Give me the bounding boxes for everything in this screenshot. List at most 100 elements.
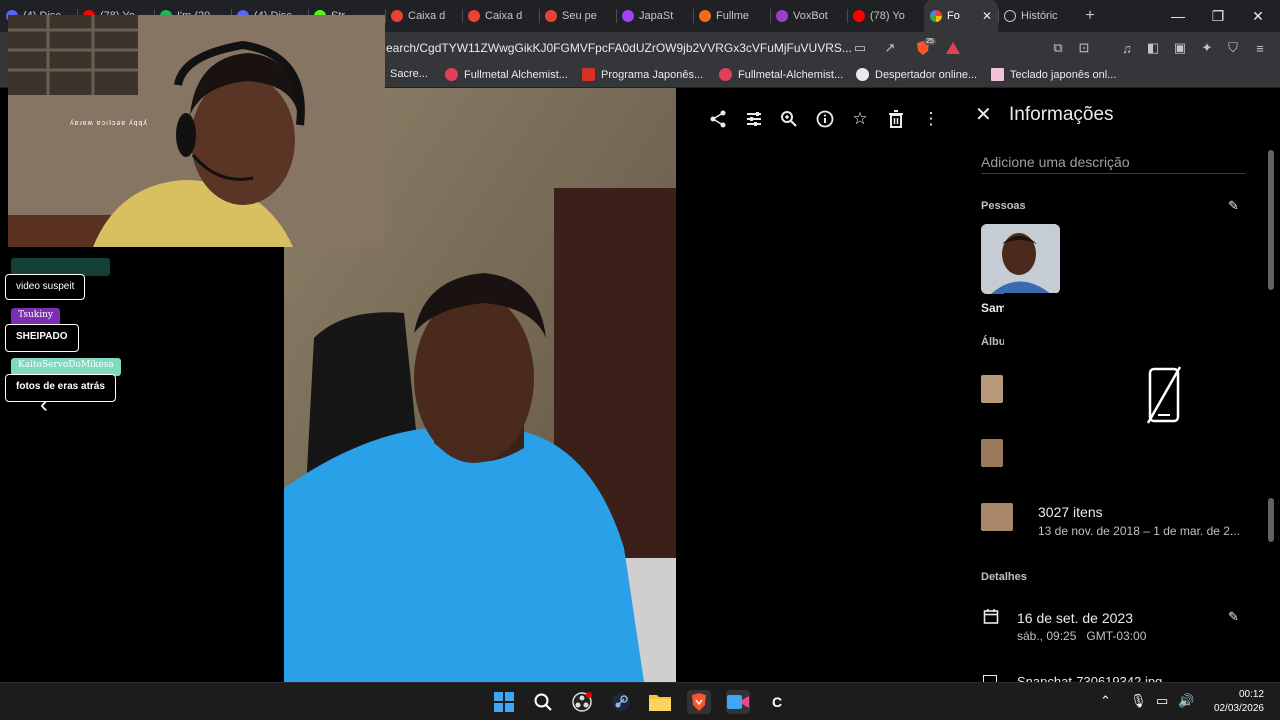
system-clock[interactable]: 00:12 02/03/2026 <box>1214 688 1264 716</box>
people-label: Pessoas <box>981 200 1026 212</box>
tab-label: Seu pe <box>562 10 597 22</box>
sidebar-icon[interactable]: ◧ <box>1144 39 1162 57</box>
share-icon[interactable] <box>706 107 730 131</box>
browser-tab[interactable]: Seu pe <box>539 0 616 32</box>
tab-label: Caixa d <box>408 10 446 22</box>
favorite-star-icon[interactable]: ☆ <box>848 107 872 131</box>
torii-icon <box>582 68 595 81</box>
brave-rewards-icon[interactable] <box>944 39 962 57</box>
close-window-icon[interactable]: ✕ <box>1238 0 1278 32</box>
description-input[interactable] <box>981 150 1245 174</box>
share-icon[interactable]: ↗ <box>881 39 899 57</box>
tab-history[interactable]: Históric <box>998 0 1078 32</box>
show-hidden-icons-icon[interactable]: ⌃ <box>1100 693 1111 709</box>
bookmark-item[interactable]: Fullmetal-Alchemist... <box>719 68 843 81</box>
vpn-icon[interactable]: ⛉ <box>1224 39 1242 57</box>
tab-favicon-icon <box>699 10 711 22</box>
bookmark-item[interactable]: Sacre... <box>390 68 428 80</box>
tab-favicon-icon <box>468 10 480 22</box>
webcam-caption: ʎɐɹɐʍ ɐɔıʇɔǝɐ ʎqqʎ <box>70 120 148 127</box>
info-icon[interactable] <box>813 107 837 131</box>
info-scrollbar-thumb[interactable] <box>1268 498 1274 542</box>
photo-time: sáb., 09:25 GMT-03:00 <box>1017 629 1147 643</box>
photo-date: 16 de set. de 2023 <box>1017 610 1133 626</box>
new-tab-button[interactable]: + <box>1078 7 1102 25</box>
screenshot-icon[interactable]: ⊡ <box>1075 39 1093 57</box>
edit-adjust-icon[interactable] <box>742 107 766 131</box>
bookmark-item[interactable]: Programa Japonês... <box>582 68 703 81</box>
album-thumb[interactable] <box>981 375 1003 403</box>
video-editor-icon[interactable] <box>726 690 750 714</box>
tab-favicon-icon <box>622 10 634 22</box>
tab-favicon-icon <box>391 10 403 22</box>
info-title: Informações <box>1009 104 1114 125</box>
person-name[interactable]: Sam <box>981 301 1006 315</box>
tab-favicon-icon <box>545 10 557 22</box>
album-thumb[interactable] <box>981 503 1013 531</box>
browser-tab[interactable]: Fullme <box>693 0 770 32</box>
bookmark-item[interactable]: Fullmetal Alchemist... <box>445 68 568 81</box>
album-thumb[interactable] <box>981 439 1003 467</box>
file-icon <box>983 675 997 682</box>
tab-label: Fo <box>947 10 960 22</box>
details-label: Detalhes <box>981 571 1027 583</box>
clock-time: 00:12 <box>1238 689 1264 700</box>
bookmark-label: Programa Japonês... <box>601 68 704 81</box>
url-field[interactable]: earch/CgdTYW11ZWwgGikKJ0FGMVFpcFA0dUZrOW… <box>386 41 852 55</box>
wallet-icon[interactable]: ▣ <box>1171 39 1189 57</box>
minimize-icon[interactable]: — <box>1158 0 1198 32</box>
tab-favicon-icon <box>853 10 865 22</box>
extensions-icon[interactable]: ⧉ <box>1049 39 1067 57</box>
album-date-range: 13 de nov. de 2018 – 1 de mar. de 2... <box>1038 524 1240 538</box>
delete-icon[interactable] <box>884 107 908 131</box>
bookmark-label: Sacre... <box>390 68 428 80</box>
tab-label: (78) Yo <box>870 10 905 22</box>
volume-icon[interactable]: 🔊 <box>1178 693 1194 709</box>
clock-date: 02/03/2026 <box>1213 703 1264 714</box>
tab-label: Caixa d <box>485 10 523 22</box>
bookmark-item[interactable]: Despertador online... <box>856 68 977 81</box>
person-avatar[interactable] <box>981 224 1060 294</box>
leo-ai-icon[interactable]: ✦ <box>1198 39 1216 57</box>
bookmark-label: Teclado japonês onl... <box>1010 68 1117 81</box>
google-photos-icon <box>930 10 942 22</box>
menu-icon[interactable]: ≡ <box>1251 39 1269 57</box>
restore-icon[interactable]: ❐ <box>1198 0 1238 32</box>
microphone-icon[interactable]: 🎙 <box>1130 693 1147 709</box>
zoom-icon[interactable] <box>777 107 801 131</box>
browser-tab[interactable]: Caixa d <box>385 0 462 32</box>
tab-google-photos[interactable]: Fo ✕ <box>924 0 998 32</box>
search-icon[interactable] <box>531 690 555 714</box>
clock-icon <box>856 68 869 81</box>
windows-start-icon[interactable] <box>492 690 516 714</box>
file-explorer-icon[interactable] <box>648 690 672 714</box>
bookmark-item[interactable]: Teclado japonês onl... <box>991 68 1116 81</box>
cast-icon[interactable]: ▭ <box>851 39 869 57</box>
capcut-icon[interactable]: C <box>765 690 789 714</box>
edit-people-icon[interactable]: ✎ <box>1228 198 1239 214</box>
bookmark-label: Fullmetal-Alchemist... <box>738 68 844 81</box>
calendar-icon <box>983 608 999 629</box>
browser-tab[interactable]: JapaSt <box>616 0 693 32</box>
tab-label: JapaSt <box>639 10 674 22</box>
steam-icon[interactable] <box>609 690 633 714</box>
bookmark-favicon-icon <box>445 68 458 81</box>
network-icon[interactable]: ▭ <box>1156 693 1168 709</box>
close-info-icon[interactable]: ✕ <box>975 102 992 127</box>
album-count[interactable]: 3027 itens <box>1038 504 1103 520</box>
info-scrollbar[interactable] <box>1268 150 1274 290</box>
music-icon[interactable]: ♫ <box>1118 39 1136 57</box>
tab-label: VoxBot <box>793 10 828 22</box>
close-tab-icon[interactable]: ✕ <box>982 9 992 23</box>
obs-icon[interactable] <box>570 690 594 714</box>
browser-tab[interactable]: (78) Yo <box>847 0 924 32</box>
tab-label: Históric <box>1021 10 1058 22</box>
no-phone-icon <box>1144 365 1184 430</box>
chat-message: SHEIPADO <box>5 324 79 352</box>
webcam-overlay: ʎɐɹɐʍ ɐɔıʇɔǝɐ ʎqqʎ <box>8 15 385 247</box>
browser-tab[interactable]: VoxBot <box>770 0 847 32</box>
edit-date-icon[interactable]: ✎ <box>1228 609 1239 625</box>
browser-tab[interactable]: Caixa d <box>462 0 539 32</box>
more-options-icon[interactable]: ⋮ <box>919 107 943 131</box>
brave-browser-icon[interactable] <box>687 690 711 714</box>
